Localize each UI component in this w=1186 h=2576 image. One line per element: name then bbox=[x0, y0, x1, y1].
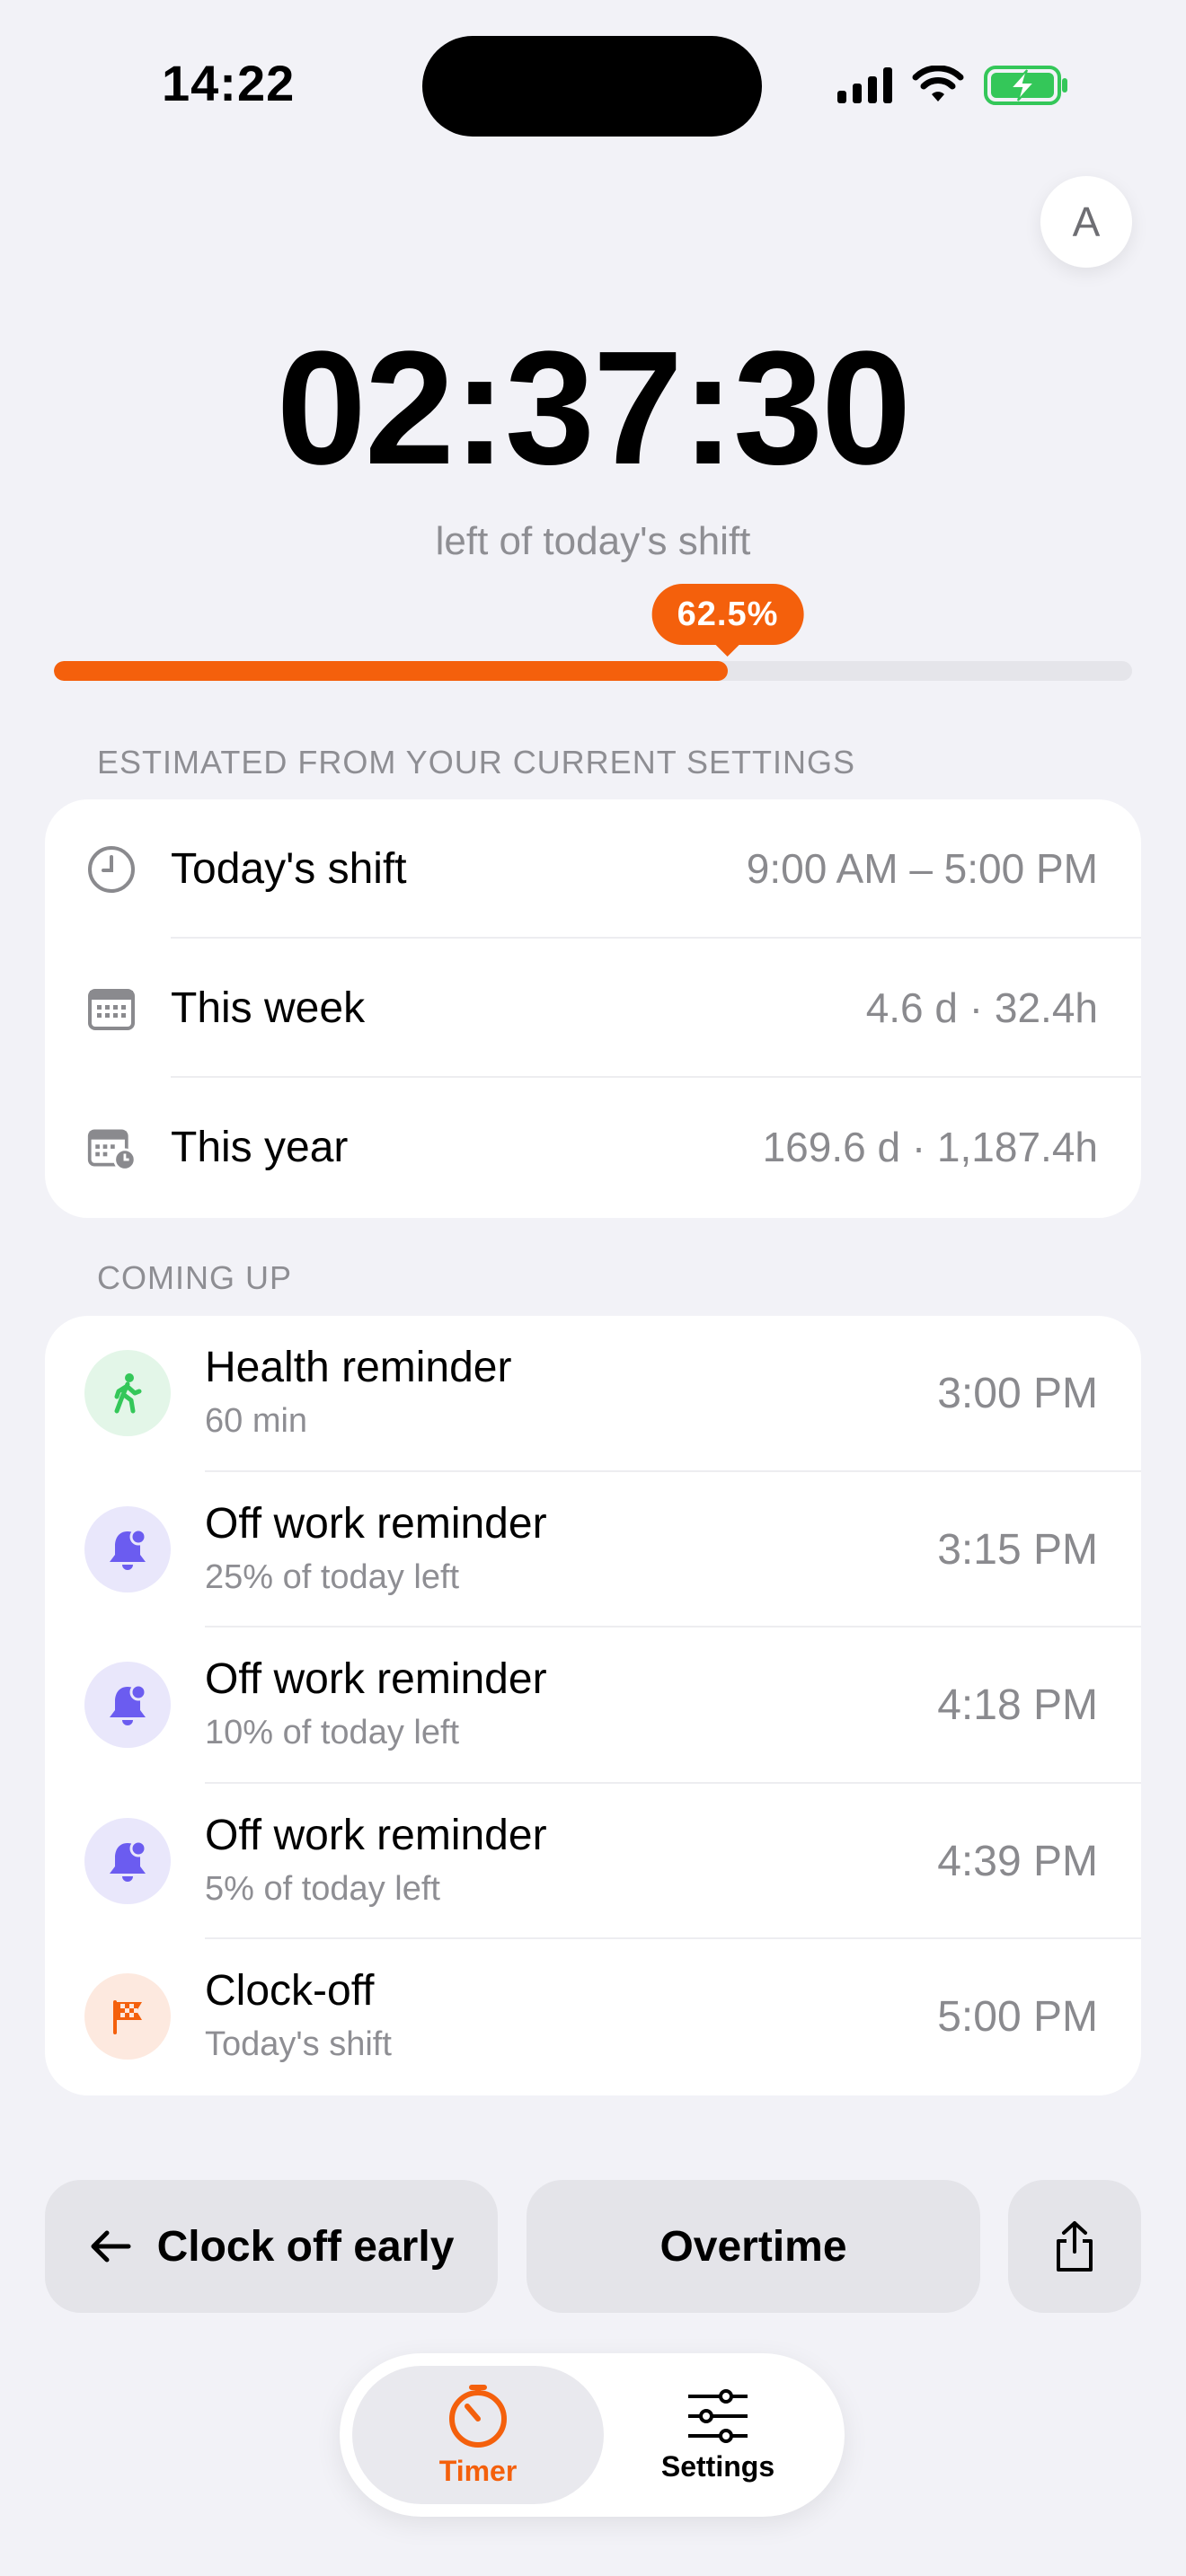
dynamic-island bbox=[422, 36, 762, 137]
upcoming-item-title: Off work reminder bbox=[205, 1655, 547, 1704]
remaining-time-caption: left of today's shift bbox=[435, 519, 751, 563]
estimate-row-today: Today's shift 9:00 AM – 5:00 PM bbox=[45, 799, 1141, 939]
tab-label: Settings bbox=[660, 2449, 775, 2483]
upcoming-item[interactable]: Off work reminder 5% of today left 4:39 … bbox=[45, 1784, 1141, 1940]
tab-timer[interactable]: Timer bbox=[352, 2366, 604, 2504]
remaining-time: 02:37:30 bbox=[276, 318, 912, 498]
clock-off-early-button[interactable]: Clock off early bbox=[45, 2180, 498, 2313]
upcoming-item-title: Off work reminder bbox=[205, 1499, 547, 1548]
upcoming-item-title: Health reminder bbox=[205, 1344, 512, 1391]
estimate-row-year: This year 169.6 d · 1,187.4h bbox=[45, 1078, 1141, 1217]
share-icon bbox=[1057, 2221, 1093, 2272]
estimate-value: 169.6 d · 1,187.4h bbox=[762, 1124, 1098, 1170]
upcoming-item-title: Clock-off bbox=[205, 1967, 375, 2016]
estimate-label: This week bbox=[171, 984, 366, 1032]
upcoming-item-time: 3:15 PM bbox=[937, 1525, 1098, 1574]
upcoming-item-subtitle: 25% of today left bbox=[205, 1557, 460, 1596]
tab-settings[interactable]: Settings bbox=[604, 2366, 832, 2504]
estimates-card: Today's shift 9:00 AM – 5:00 PM This wee… bbox=[45, 799, 1141, 1218]
estimate-row-week: This week 4.6 d · 32.4h bbox=[45, 939, 1141, 1078]
arrow-left-icon bbox=[91, 2230, 131, 2263]
clock-icon bbox=[86, 844, 137, 895]
upcoming-item[interactable]: Off work reminder 10% of today left 4:18… bbox=[45, 1628, 1141, 1784]
progress-percent-label: 62.5% bbox=[677, 595, 779, 633]
cellular-signal-icon bbox=[837, 67, 892, 103]
calendar-clock-icon bbox=[86, 1123, 137, 1173]
upcoming-item-time: 4:18 PM bbox=[937, 1681, 1098, 1730]
estimate-value: 4.6 d · 32.4h bbox=[865, 984, 1098, 1031]
upcoming-item[interactable]: Clock-off Today's shift 5:00 PM bbox=[45, 1939, 1141, 2095]
tab-bar: Timer Settings bbox=[340, 2353, 845, 2517]
upcoming-item[interactable]: Health reminder 60 min 3:00 PM bbox=[45, 1316, 1141, 1472]
share-button[interactable] bbox=[1008, 2180, 1141, 2313]
sliders-icon bbox=[688, 2388, 748, 2443]
estimate-label: Today's shift bbox=[171, 845, 407, 893]
upcoming-item-time: 3:00 PM bbox=[937, 1370, 1098, 1417]
wifi-icon bbox=[912, 66, 964, 101]
upcoming-item-subtitle: Today's shift bbox=[205, 2025, 392, 2064]
bell-icon bbox=[84, 1505, 171, 1592]
upcoming-item-time: 4:39 PM bbox=[937, 1837, 1098, 1885]
coming-up-card: Health reminder 60 min 3:00 PM Off work … bbox=[45, 1316, 1141, 2095]
battery-charging-icon bbox=[984, 66, 1067, 105]
upcoming-item-title: Off work reminder bbox=[205, 1811, 547, 1859]
upcoming-item-time: 5:00 PM bbox=[937, 1993, 1098, 2042]
overtime-button[interactable]: Overtime bbox=[527, 2180, 980, 2313]
bell-icon bbox=[84, 1817, 171, 1904]
estimates-section-header: ESTIMATED FROM YOUR CURRENT SETTINGS bbox=[97, 744, 856, 781]
timer-icon bbox=[449, 2384, 507, 2448]
upcoming-item-subtitle: 60 min bbox=[205, 1402, 308, 1440]
upcoming-item-subtitle: 10% of today left bbox=[205, 1714, 460, 1752]
avatar-button[interactable]: A bbox=[1040, 176, 1132, 268]
shift-progress-bar bbox=[54, 661, 1132, 681]
clock-off-early-label: Clock off early bbox=[156, 2222, 455, 2271]
overtime-label: Overtime bbox=[659, 2222, 847, 2271]
shift-progress-fill bbox=[54, 661, 728, 681]
upcoming-item-subtitle: 5% of today left bbox=[205, 1869, 440, 1908]
checkered-flag-icon bbox=[84, 1973, 171, 2060]
upcoming-item[interactable]: Off work reminder 25% of today left 3:15… bbox=[45, 1472, 1141, 1628]
bell-icon bbox=[84, 1662, 171, 1749]
avatar-initial: A bbox=[1072, 198, 1101, 245]
progress-percent-badge: 62.5% bbox=[651, 584, 804, 657]
coming-up-section-header: COMING UP bbox=[97, 1259, 293, 1296]
estimate-value: 9:00 AM – 5:00 PM bbox=[746, 845, 1098, 892]
status-bar-icons bbox=[837, 63, 1070, 108]
progress-badge-pointer bbox=[715, 644, 740, 657]
estimate-label: This year bbox=[171, 1124, 349, 1171]
tab-label: Timer bbox=[438, 2454, 518, 2487]
calendar-icon bbox=[86, 984, 137, 1034]
status-bar-time: 14:22 bbox=[162, 55, 296, 111]
walking-person-icon bbox=[84, 1350, 171, 1436]
